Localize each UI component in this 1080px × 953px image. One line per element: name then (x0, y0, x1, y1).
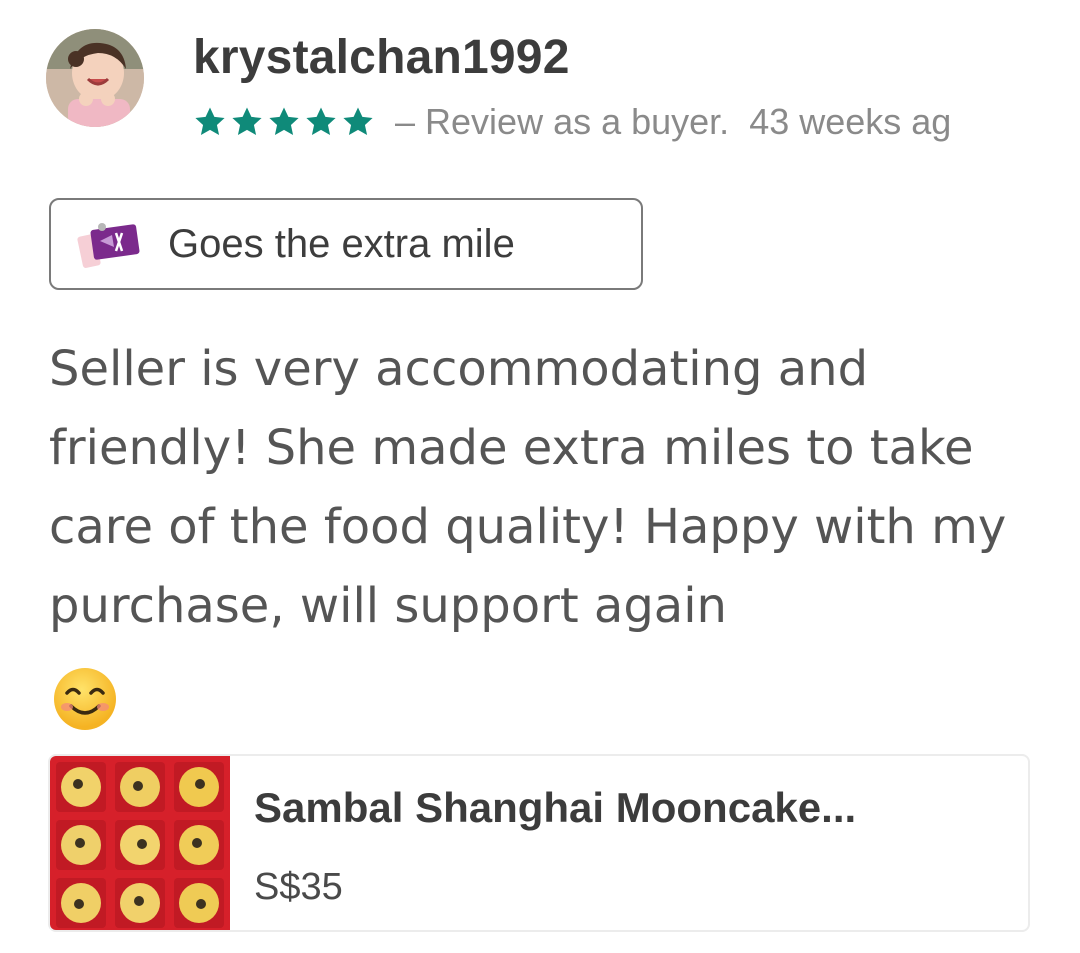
rating-row: – Review as a buyer. 43 weeks ag (193, 98, 951, 146)
smiling-face-icon (54, 668, 116, 730)
mooncake-box-thumbnail (50, 756, 230, 930)
star-icon (343, 107, 373, 136)
avatar-photo (46, 29, 144, 127)
review-text: Seller is very accommodating and friendl… (49, 341, 1007, 634)
star-icon (306, 107, 336, 136)
product-title[interactable]: Sambal Shanghai Mooncake... (254, 784, 856, 832)
gift-voucher-icon (77, 223, 140, 268)
star-icon (269, 107, 299, 136)
star-icon (232, 107, 262, 136)
review-type: Review as a buyer. (425, 101, 730, 142)
reviewer-username[interactable]: krystalchan1992 (193, 30, 570, 85)
review-meta: – Review as a buyer. 43 weeks ag (395, 101, 951, 143)
meta-dash: – (395, 101, 416, 142)
product-price: S$35 (254, 866, 343, 908)
badge-label: Goes the extra mile (168, 221, 515, 266)
compliment-badge: Goes the extra mile (49, 198, 643, 290)
star-rating (193, 105, 375, 139)
review-age: 43 weeks ag (749, 101, 952, 142)
avatar[interactable] (46, 29, 144, 127)
product-card[interactable]: Sambal Shanghai Mooncake... S$35 (48, 754, 1030, 932)
star-icon (195, 107, 225, 136)
